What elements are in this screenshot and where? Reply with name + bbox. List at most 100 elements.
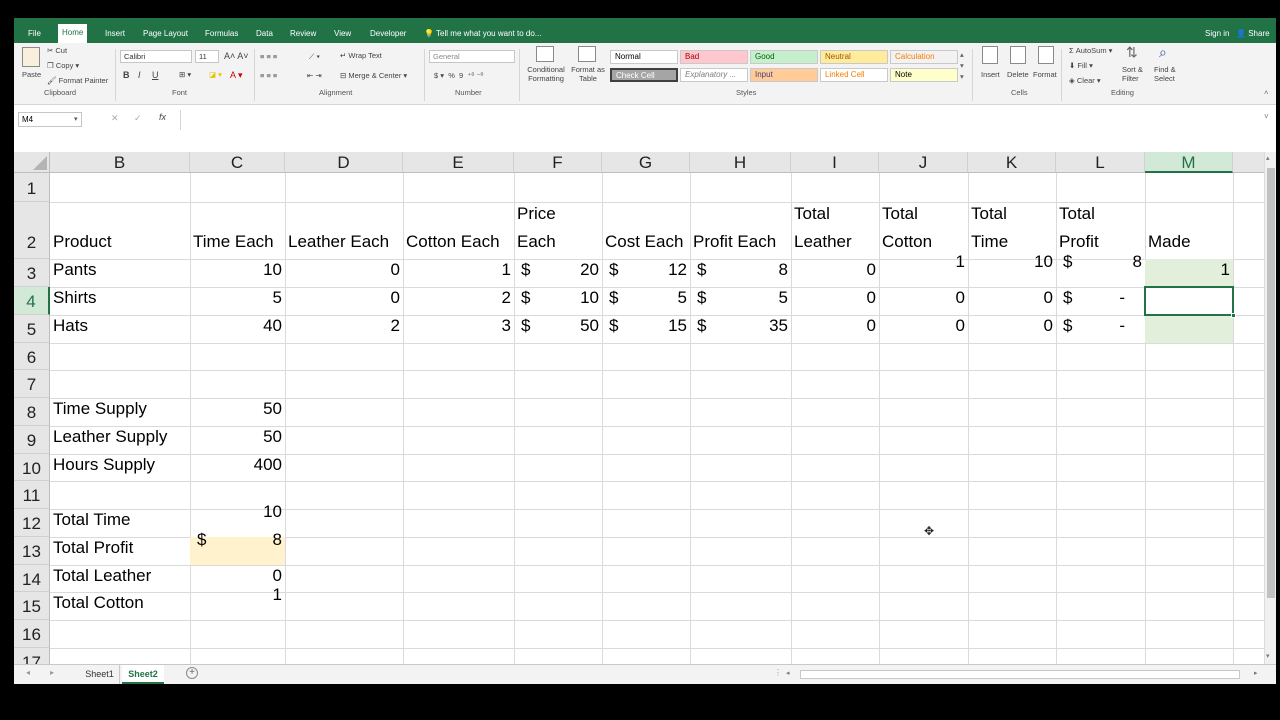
number-format-select[interactable]: General — [429, 50, 515, 63]
tell-me-box[interactable]: 💡 Tell me what you want to do... — [420, 25, 545, 43]
conditional-formatting-button[interactable]: Conditional Formatting — [524, 65, 568, 83]
bold-button[interactable]: B — [123, 70, 130, 80]
cell-l3[interactable]: 8 — [1056, 252, 1145, 272]
delete-cells-icon[interactable] — [1010, 46, 1026, 64]
vertical-scroll-thumb[interactable] — [1267, 168, 1275, 598]
indent-icons[interactable]: ⇤ ⇥ — [307, 71, 322, 81]
number-format-buttons[interactable]: $ ▾ % 9 ⁺⁰ ⁻⁰ — [434, 71, 483, 81]
percent-button[interactable]: % — [448, 71, 455, 80]
sheet-tab-sheet1[interactable]: Sheet1 — [80, 665, 120, 684]
column-header-c[interactable]: C — [190, 152, 285, 173]
formula-input[interactable] — [180, 110, 1272, 130]
cell-k2-line2[interactable]: Time — [968, 232, 1011, 252]
cell-h3[interactable]: 8 — [690, 260, 791, 280]
font-size-select[interactable]: 11 — [195, 50, 219, 63]
select-all-corner[interactable] — [14, 152, 50, 173]
cell-e5[interactable]: 3 — [403, 316, 514, 336]
fill-handle[interactable] — [1231, 313, 1236, 318]
cell-j2-line2[interactable]: Cotton — [879, 232, 935, 252]
sign-in-link[interactable]: Sign in — [1201, 25, 1233, 43]
enter-icon[interactable]: ✓ — [134, 113, 142, 124]
merge-center-button[interactable]: ⊟ Merge & Center ▾ — [340, 71, 407, 81]
name-box-dropdown-icon[interactable]: ▾ — [74, 115, 78, 123]
cell-k2-line1[interactable]: Total — [968, 204, 1010, 224]
styles-scroll-icon[interactable]: ▴ ▾ ▾ — [960, 49, 964, 82]
conditional-formatting-icon[interactable] — [536, 46, 554, 62]
align-left-icons[interactable]: ≡ ≡ ≡ — [260, 71, 277, 81]
cell-f5[interactable]: 50 — [514, 316, 602, 336]
font-color-icon[interactable]: A ▾ — [230, 70, 243, 80]
find-select-button[interactable]: Find & Select — [1154, 65, 1184, 83]
style-note[interactable]: Note — [890, 68, 958, 82]
cell-f2-line1[interactable]: Price — [514, 204, 559, 224]
tab-formulas[interactable]: Formulas — [201, 25, 242, 43]
horizontal-scroll-thumb[interactable] — [800, 670, 1240, 679]
row-header-3[interactable]: 3 — [14, 259, 50, 287]
cell-k3[interactable]: 10 — [968, 252, 1056, 272]
decimal-icons[interactable]: ⁺⁰ ⁻⁰ — [467, 71, 483, 80]
cell-i2-line1[interactable]: Total — [791, 204, 833, 224]
tab-file[interactable]: File — [24, 25, 45, 43]
format-as-table-button[interactable]: Format as Table — [570, 65, 606, 83]
row-header-16[interactable]: 16 — [14, 620, 50, 648]
cell-c5[interactable]: 40 — [190, 316, 285, 336]
cell-k4[interactable]: 0 — [968, 288, 1056, 308]
vertical-scrollbar[interactable]: ▴ ▾ — [1264, 152, 1276, 664]
clear-button[interactable]: ◈ Clear ▾ — [1069, 76, 1101, 86]
hscroll-right-icon[interactable]: ▸ — [1254, 669, 1258, 677]
cell-m2[interactable]: Made — [1145, 232, 1194, 252]
style-neutral[interactable]: Neutral — [820, 50, 888, 64]
cell-i5[interactable]: 0 — [791, 316, 879, 336]
cell-b12[interactable]: Total Time — [50, 510, 133, 530]
tab-insert[interactable]: Insert — [101, 25, 129, 43]
active-cell-m4[interactable] — [1144, 286, 1236, 318]
row-header-9[interactable]: 9 — [14, 426, 50, 454]
tab-scroll-right-icon[interactable]: ▸ — [50, 668, 54, 677]
align-top-icons[interactable]: ≡ ≡ ≡ — [260, 52, 277, 62]
style-good[interactable]: Good — [750, 50, 818, 64]
sort-filter-icon[interactable]: ⇅ — [1126, 45, 1138, 59]
cell-c13[interactable]: 8 — [190, 530, 285, 550]
cell-l4[interactable]: - — [1056, 288, 1128, 308]
copy-button[interactable]: ❐ Copy ▾ — [47, 61, 79, 71]
cell-g3[interactable]: 12 — [602, 260, 690, 280]
row-header-2[interactable]: 2 — [14, 202, 50, 259]
tab-scroll-left-icon[interactable]: ◂ — [26, 668, 30, 677]
font-grow-shrink-icon[interactable]: A˄ A˅ — [224, 51, 249, 61]
cell-b3[interactable]: Pants — [50, 260, 99, 280]
column-header-k[interactable]: K — [968, 152, 1056, 173]
delete-cells-button[interactable]: Delete — [1007, 70, 1029, 80]
cell-h5[interactable]: 35 — [690, 316, 791, 336]
wrap-text-button[interactable]: ↵ Wrap Text — [340, 51, 382, 61]
format-cells-button[interactable]: Format — [1033, 70, 1057, 80]
cell-d3[interactable]: 0 — [285, 260, 403, 280]
sheet-tab-sheet2[interactable]: Sheet2 — [122, 665, 164, 684]
column-header-f[interactable]: F — [514, 152, 602, 173]
style-linked-cell[interactable]: Linked Cell — [820, 68, 888, 82]
column-header-j[interactable]: J — [879, 152, 968, 173]
row-header-7[interactable]: 7 — [14, 370, 50, 398]
scroll-up-icon[interactable]: ▴ — [1266, 154, 1270, 162]
orientation-icon[interactable]: ⟋ ▾ — [309, 52, 320, 62]
cell-i3[interactable]: 0 — [791, 260, 879, 280]
tab-view[interactable]: View — [330, 25, 355, 43]
cell-b10[interactable]: Hours Supply — [50, 455, 158, 475]
cell-b15[interactable]: Total Cotton — [50, 593, 147, 613]
format-painter-button[interactable]: 🖌 Format Painter — [47, 76, 108, 86]
cell-c10[interactable]: 400 — [190, 455, 285, 475]
cell-e3[interactable]: 1 — [403, 260, 514, 280]
cell-b5[interactable]: Hats — [50, 316, 91, 336]
expand-formula-bar-icon[interactable]: ˅ — [1264, 112, 1269, 121]
insert-function-button[interactable]: fx — [159, 112, 166, 122]
column-header-m[interactable]: M — [1145, 152, 1233, 173]
row-header-6[interactable]: 6 — [14, 343, 50, 370]
cell-d4[interactable]: 0 — [285, 288, 403, 308]
cell-f3[interactable]: 20 — [514, 260, 602, 280]
add-sheet-icon[interactable]: + — [186, 667, 198, 679]
cell-c12[interactable]: 10 — [190, 502, 285, 522]
cell-l2-line2[interactable]: Profit — [1056, 232, 1102, 252]
format-as-table-icon[interactable] — [578, 46, 596, 62]
cell-h4[interactable]: 5 — [690, 288, 791, 308]
fill-color-icon[interactable]: ◪ ▾ — [209, 70, 222, 80]
cell-b8[interactable]: Time Supply — [50, 399, 150, 419]
